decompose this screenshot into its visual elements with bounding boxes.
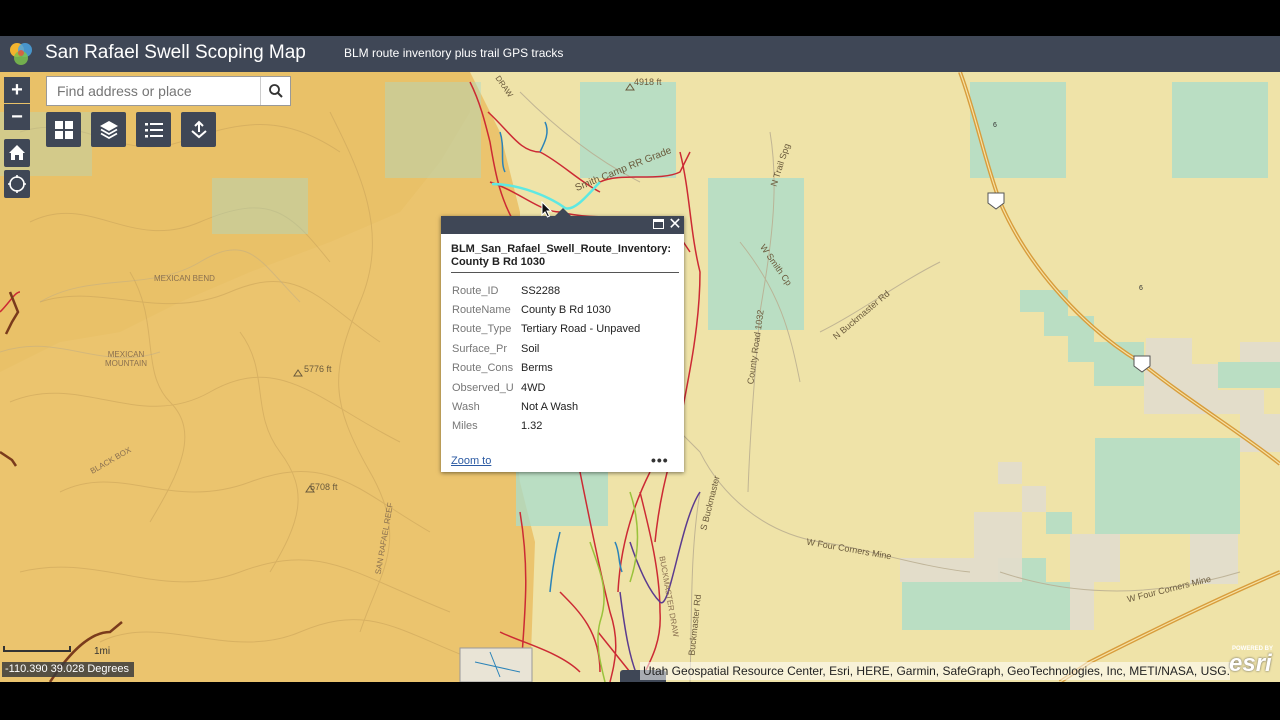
attribute-key: Miles bbox=[452, 420, 478, 433]
more-actions-button[interactable]: ••• bbox=[651, 452, 669, 468]
locate-button[interactable] bbox=[4, 170, 30, 198]
screen-frame: San Rafael Swell Scoping Map BLM route i… bbox=[0, 0, 1280, 720]
esri-brand-label: esri bbox=[1229, 650, 1272, 677]
popup-attribute-table: Route_ID SS2288 RouteName County B Rd 1030… bbox=[452, 281, 640, 436]
elevation-label: 5776 ft bbox=[304, 364, 332, 374]
attribute-value: Not A Wash bbox=[521, 401, 579, 414]
map-attribution: Utah Geospatial Resource Center, Esri, H… bbox=[640, 662, 1230, 680]
scale-label: 1mi bbox=[94, 646, 111, 657]
attribute-key: Route_Type bbox=[452, 323, 512, 336]
attribute-row: Route_ID SS2288 bbox=[452, 281, 640, 300]
app-title: San Rafael Swell Scoping Map bbox=[45, 42, 306, 63]
place-label-mexican-bend: MEXICAN BEND bbox=[154, 274, 215, 283]
close-icon[interactable]: ✕ bbox=[668, 216, 682, 234]
attribute-row: RouteName County B Rd 1030 bbox=[452, 300, 640, 319]
basemap-gallery-icon bbox=[54, 120, 73, 139]
share-button[interactable] bbox=[181, 112, 216, 147]
place-label-mexican-mountain: MEXICAN MOUNTAIN bbox=[104, 350, 148, 368]
attribute-value: Tertiary Road - Unpaved bbox=[521, 323, 641, 336]
attribute-key: Wash bbox=[452, 401, 480, 414]
locate-icon bbox=[8, 175, 26, 193]
app-header: San Rafael Swell Scoping Map BLM route i… bbox=[0, 36, 1280, 72]
attribute-value: SS2288 bbox=[521, 284, 561, 297]
mouse-cursor-icon bbox=[541, 201, 553, 218]
zoom-out-button[interactable]: − bbox=[4, 104, 30, 130]
home-icon bbox=[9, 145, 25, 160]
home-button[interactable] bbox=[4, 139, 30, 167]
layers-icon bbox=[99, 120, 118, 139]
search-button[interactable] bbox=[260, 77, 290, 105]
basemap-gallery-button[interactable] bbox=[46, 112, 81, 147]
attribute-key: RouteName bbox=[452, 304, 511, 317]
zoom-to-link[interactable]: Zoom to bbox=[451, 455, 491, 467]
highway-shield-label: 6 bbox=[1139, 285, 1143, 292]
attribute-row: Observed_U 4WD bbox=[452, 378, 640, 397]
attribute-key: Route_ID bbox=[452, 284, 499, 297]
attribute-row: Route_Type Tertiary Road - Unpaved bbox=[452, 320, 640, 339]
share-icon bbox=[190, 120, 207, 138]
zoom-in-button[interactable]: + bbox=[4, 77, 30, 103]
attribute-value: 1.32 bbox=[521, 420, 543, 433]
legend-button[interactable] bbox=[136, 112, 171, 147]
popup-header: ✕ bbox=[441, 216, 684, 234]
popup-title: BLM_San_Rafael_Swell_Route_Inventory: Co… bbox=[451, 243, 672, 268]
layer-list-button[interactable] bbox=[91, 112, 126, 147]
search-widget bbox=[46, 76, 291, 106]
search-input[interactable] bbox=[47, 77, 261, 105]
attribute-row: Wash Not A Wash bbox=[452, 397, 640, 416]
popup-divider bbox=[451, 272, 679, 273]
elevation-label: 5708 ft bbox=[310, 482, 338, 492]
highway-shield-label: 6 bbox=[993, 122, 997, 129]
attribute-value: County B Rd 1030 bbox=[521, 304, 611, 317]
elevation-label: 4918 ft bbox=[634, 77, 662, 87]
attribute-value: Soil bbox=[521, 342, 540, 355]
attribute-key: Route_Cons bbox=[452, 362, 514, 375]
coordinate-readout: -110.390 39.028 Degrees bbox=[2, 662, 134, 677]
attribute-row: Surface_Pr Soil bbox=[452, 339, 640, 358]
attribute-key: Surface_Pr bbox=[452, 342, 508, 355]
attribute-value: Berms bbox=[521, 362, 553, 375]
attribute-value: 4WD bbox=[521, 381, 546, 394]
search-icon bbox=[268, 84, 283, 98]
esri-logo: POWERED BY esri bbox=[1226, 644, 1280, 680]
legend-icon bbox=[144, 122, 163, 137]
maximize-icon[interactable] bbox=[653, 219, 664, 229]
feature-popup: ✕ BLM_San_Rafael_Swell_Route_Inventory: … bbox=[441, 208, 684, 472]
app-subtitle: BLM route inventory plus trail GPS track… bbox=[344, 46, 564, 60]
scale-bar bbox=[3, 646, 71, 652]
app-logo-icon bbox=[10, 43, 32, 65]
attribute-key: Observed_U bbox=[452, 381, 514, 394]
attribute-row: Miles 1.32 bbox=[452, 417, 640, 436]
attribute-row: Route_Cons Berms bbox=[452, 359, 640, 378]
